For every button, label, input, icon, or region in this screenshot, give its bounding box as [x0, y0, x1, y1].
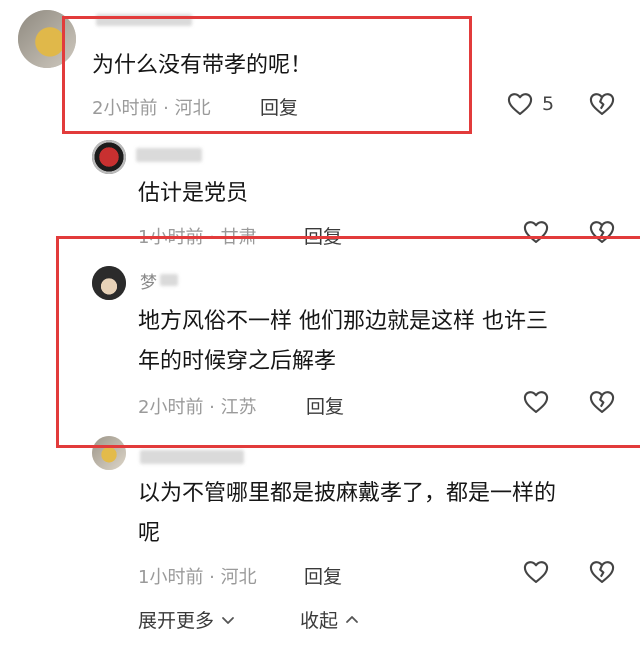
highlight-box-1: [62, 16, 472, 134]
like-button[interactable]: [522, 558, 550, 586]
expand-more-button[interactable]: 展开更多: [138, 606, 236, 633]
comment-text: 估计是党员: [138, 181, 249, 206]
collapse-label: 收起: [300, 610, 339, 632]
comment-4: 以为不管哪里都是披麻戴孝了，都是一样的 呢 1小时前 · 河北 回复: [0, 430, 640, 600]
comment-meta: 1小时前 · 河北: [138, 567, 257, 588]
dislike-button[interactable]: [588, 90, 616, 118]
dislike-button[interactable]: [588, 558, 616, 586]
like-button[interactable]: 5: [506, 90, 554, 118]
chevron-down-icon: [220, 612, 236, 628]
avatar[interactable]: [92, 140, 126, 174]
reply-button[interactable]: 回复: [304, 562, 342, 589]
chevron-up-icon: [344, 612, 360, 628]
username-blurred[interactable]: [136, 144, 226, 166]
highlight-box-2: [56, 236, 640, 448]
comment-text-line1: 以为不管哪里都是披麻戴孝了，都是一样的: [138, 481, 557, 506]
broken-heart-icon: [588, 558, 616, 586]
broken-heart-icon: [588, 90, 616, 118]
heart-icon: [522, 558, 550, 586]
collapse-button[interactable]: 收起: [300, 606, 360, 633]
expand-more-label: 展开更多: [138, 610, 215, 632]
comment-2: 估计是党员 1小时前 · 甘肃 回复: [0, 130, 640, 250]
heart-icon: [506, 90, 534, 118]
like-count: 5: [542, 93, 555, 115]
comment-text-line2: 呢: [138, 521, 161, 546]
